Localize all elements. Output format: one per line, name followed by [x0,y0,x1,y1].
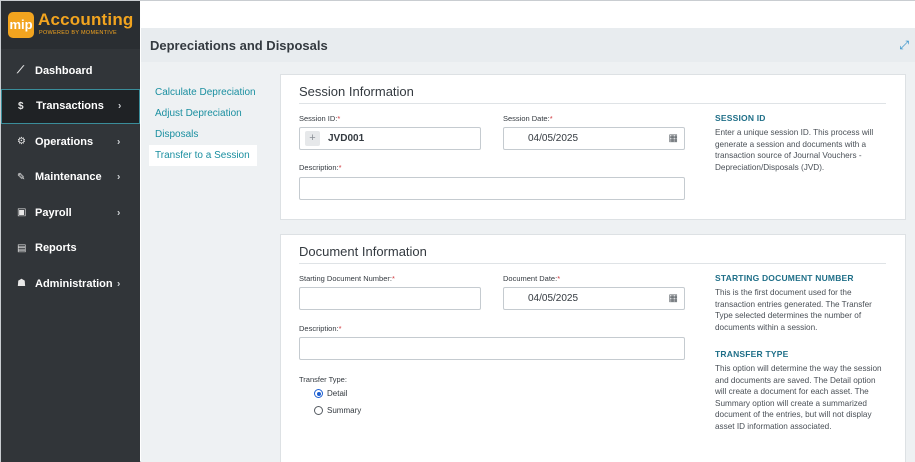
document-icon: ▤ [17,242,27,254]
users-icon: ☗ [17,278,26,290]
document-date-value: 04/05/2025 [528,293,579,304]
label-text: Session ID: [299,114,338,123]
radio-label: Summary [327,406,362,415]
divider [299,103,886,104]
logo-badge: mip [8,12,34,38]
calendar-icon[interactable]: ▦ [669,133,678,144]
radio-detail[interactable]: Detail [314,389,347,398]
chevron-right-icon: › [117,171,121,183]
divider [299,263,886,264]
card-title: Document Information [299,244,427,259]
nav-label: Administration [35,277,113,290]
radio-label: Detail [327,389,348,398]
required-mark: * [557,274,561,283]
required-mark: * [338,324,342,333]
nav-label: Operations [35,135,94,148]
session-id-label: Session ID:* [299,114,340,123]
label-text: Description: [299,324,339,333]
nav-item-dashboard[interactable]: ⟋ Dashboard [1,53,140,89]
document-information-card: Document Information Starting Document N… [280,234,906,462]
session-information-card: Session Information Session ID:* + JVD00… [280,74,906,220]
document-date-label: Document Date:* [503,274,560,283]
required-mark: * [549,114,553,123]
required-mark: * [337,114,341,123]
label-text: Document Date: [503,274,558,283]
nav-item-maintenance[interactable]: ✎ Maintenance › [1,160,140,196]
help-heading-starting-document: STARTING DOCUMENT NUMBER [715,273,854,283]
label-text: Description: [299,163,339,172]
chevron-right-icon: › [118,100,122,112]
page-title: Depreciations and Disposals [150,38,328,53]
radio-selected-icon[interactable] [314,389,323,398]
help-heading-session-id: SESSION ID [715,113,766,123]
document-date-field[interactable]: 04/05/2025 ▦ [503,287,685,310]
sidebar: mip Accounting POWERED BY MOMENTIVE ⟋ Da… [1,1,140,462]
chevron-right-icon: › [117,207,121,219]
money-icon: ▣ [17,207,27,219]
starting-document-number-label: Starting Document Number:* [299,274,395,283]
radio-unselected-icon[interactable] [314,406,323,415]
subnav-calculate-depreciation[interactable]: Calculate Depreciation [149,82,257,103]
transfer-type-label: Transfer Type: [299,375,347,384]
nav-item-administration[interactable]: ☗ Administration › [1,266,140,302]
subnav-transfer-to-session[interactable]: Transfer to a Session [149,145,257,166]
subnav-disposals[interactable]: Disposals [149,124,257,145]
card-title: Session Information [299,84,414,99]
help-text-transfer-type: This option will determine the way the s… [715,364,882,431]
document-description-field[interactable] [299,337,685,360]
app-logo[interactable]: mip Accounting POWERED BY MOMENTIVE [1,1,140,49]
expand-icon[interactable]: ⤢ [899,38,909,53]
nav-item-transactions[interactable]: $ Transactions › [1,88,140,124]
nav-item-reports[interactable]: ▤ Reports [1,231,140,267]
label-text: Session Date: [503,114,550,123]
help-text-starting-document: This is the first document used for the … [715,288,872,332]
nav-label: Maintenance [35,171,102,184]
help-heading-transfer-type: TRANSFER TYPE [715,349,789,359]
chevron-right-icon: › [117,136,121,148]
radio-summary[interactable]: Summary [314,406,361,415]
session-description-field[interactable] [299,177,685,200]
subnav-adjust-depreciation[interactable]: Adjust Depreciation [149,103,257,124]
chart-line-icon: ⟋ [17,65,24,77]
top-bar [141,1,915,28]
nav-label: Dashboard [35,64,93,77]
session-description-label: Description:* [299,163,342,172]
document-description-label: Description:* [299,324,342,333]
nav-label: Payroll [35,206,72,219]
required-mark: * [338,163,342,172]
starting-document-number-field[interactable] [299,287,481,310]
main-nav: ⟋ Dashboard $ Transactions › ⚙ Operation… [1,53,140,302]
session-date-field[interactable]: 04/05/2025 ▦ [503,127,685,150]
main-content: Calculate Depreciation Adjust Depreciati… [141,62,915,462]
wrench-icon: ✎ [17,171,26,183]
gears-icon: ⚙ [17,136,26,148]
page-header: Depreciations and Disposals ⤢ [141,28,915,62]
logo-title: Accounting [38,10,134,29]
chevron-right-icon: › [117,278,121,290]
required-mark: * [391,274,395,283]
plus-icon[interactable]: + [305,131,320,146]
session-id-field[interactable]: + JVD001 [299,127,481,150]
nav-item-operations[interactable]: ⚙ Operations › [1,124,140,160]
nav-item-payroll[interactable]: ▣ Payroll › [1,195,140,231]
dollar-icon: $ [18,100,24,112]
label-text: Starting Document Number: [299,274,392,283]
calendar-icon[interactable]: ▦ [669,293,678,304]
session-date-label: Session Date:* [503,114,553,123]
nav-label: Reports [35,242,77,255]
logo-subtitle: POWERED BY MOMENTIVE [39,30,118,36]
help-text-session-id: Enter a unique session ID. This process … [715,128,874,172]
sub-navigation: Calculate Depreciation Adjust Depreciati… [149,82,257,166]
nav-label: Transactions [36,100,104,113]
session-id-value: JVD001 [328,133,365,144]
session-date-value: 04/05/2025 [528,133,579,144]
